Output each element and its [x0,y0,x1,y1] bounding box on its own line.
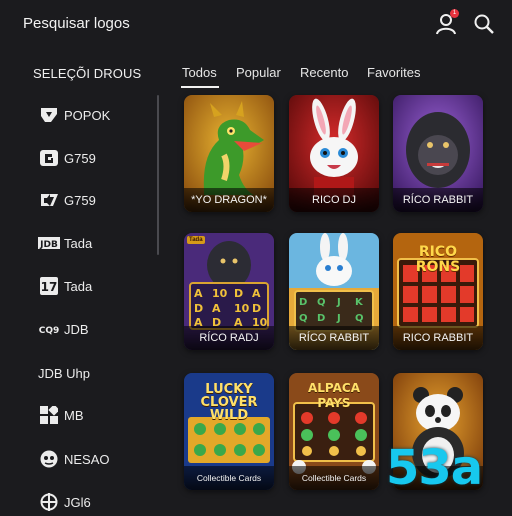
sidebar-item-label: Tada [64,278,93,294]
game-card-alpaca-pays[interactable]: ALPACA PAYS Collectible Cards [289,373,379,490]
svg-text:Q: Q [355,313,364,324]
sidebar-item-nesao[interactable]: NESAO [38,445,148,473]
active-tab-indicator [181,86,219,88]
search-logos-title[interactable]: Pesquisar logos [23,15,130,32]
seventeen-logo-icon: 17 [38,276,60,296]
sidebar-item-label: G759 [64,150,96,166]
game-title: RICO DJ [289,188,379,212]
sidebar-item-label: JDB [64,321,89,337]
tab-recento[interactable]: Recento [300,65,348,80]
game-banner-title: LUCKY CLOVER WILD [200,382,258,423]
game-title: RÍCO RADJ [184,326,274,350]
sidebar-scrollbar[interactable] [157,95,159,255]
svg-text:Q: Q [299,313,308,324]
sidebar-item-label: Tada [64,235,93,251]
jdb-logo-icon: JDB [38,233,60,253]
svg-text:D: D [234,287,243,300]
game-card-rico-radj[interactable]: A 10 D A D A 10 D A D A 10 Tada RÍCO RADJ [184,233,274,350]
game-title: RÍCO RABBIT [289,326,379,350]
jg-logo-icon [38,492,60,512]
sidebar-item-label: G759 [64,192,96,208]
game-card-rico-rabbit-slots[interactable]: DQJK QDJQ RÍCO RABBIT [289,233,379,350]
svg-text:A: A [252,287,261,300]
nesao-logo-icon [38,449,60,469]
game-card-lucky-clover[interactable]: LUCKY CLOVER WILD Collectible Cards [184,373,274,490]
game-title: Collectible Cards [289,466,379,490]
pg-logo-icon [38,148,60,168]
tab-popular[interactable]: Popular [236,65,281,80]
mb-logo-icon [38,405,60,425]
svg-text:D: D [252,302,261,315]
site-watermark: 53a [386,440,483,496]
jdb-logo-text: JDB [39,240,58,250]
cq9-logo-text: CQ9 [39,326,60,336]
sidebar-item-g759[interactable]: G759 [38,144,148,172]
game-title: *YO DRAGON* [184,188,274,212]
sidebar-item-popok[interactable]: POPOK [38,101,148,129]
game-card-yo-dragon[interactable]: *YO DRAGON* [184,95,274,212]
notification-badge: 1 [450,9,459,18]
svg-text:A: A [212,302,221,315]
svg-text:Q: Q [317,297,326,308]
seventeen-logo-text: 17 [41,280,58,294]
popok-logo-icon [38,105,60,125]
sidebar-item-label: JDB Uhp [38,365,91,381]
sidebar-item-label: NESAO [64,451,110,467]
svg-text:A: A [194,287,203,300]
sidebar-item-jdb-uhp[interactable]: JDB Uhp [38,359,148,387]
svg-text:10: 10 [212,287,228,300]
sidebar-heading: SELEÇÕI DROUS [33,66,142,81]
game-card-rico-rabbit[interactable]: RÍCO RABBIT [393,95,483,212]
cq9-logo-icon: CQ9 [38,319,60,339]
svg-text:D: D [317,313,325,324]
tab-favorites[interactable]: Favorites [367,65,420,80]
svg-text:J: J [336,297,341,308]
svg-text:K: K [355,297,364,308]
svg-text:D: D [299,297,307,308]
svg-text:D: D [194,302,203,315]
top-bar: Pesquisar logos 1 [0,0,512,48]
tab-todos[interactable]: Todos [182,65,217,80]
sidebar-item-label: MB [64,407,84,423]
game-title: RÍCO RABBIT [393,188,483,212]
game-card-rico-rons[interactable]: RICO RONS RICO RABBIT [393,233,483,350]
game-title: Collectible Cards [184,466,274,490]
g7-logo-icon [38,190,60,210]
sidebar-item-tada-alt[interactable]: 17 Tada [38,272,148,300]
game-card-rico-dj[interactable]: RICO DJ [289,95,379,212]
sidebar-item-label: POPOK [64,107,111,123]
game-banner-title: RICO RONS [415,244,461,275]
svg-text:10: 10 [234,302,250,315]
sidebar-item-mb[interactable]: MB [38,401,148,429]
sidebar-item-g759-alt[interactable]: G759 [38,186,148,214]
game-title: RICO RABBIT [393,326,483,350]
game-banner-title: ALPACA PAYS [307,381,360,410]
svg-text:J: J [336,313,341,324]
search-icon[interactable] [472,12,496,36]
sidebar-item-tada[interactable]: JDB Tada [38,229,148,257]
tada-badge: Tada [187,236,205,244]
sidebar-item-label: JGl6 [64,494,91,510]
sidebar-item-jdb[interactable]: CQ9 JDB [38,315,148,343]
